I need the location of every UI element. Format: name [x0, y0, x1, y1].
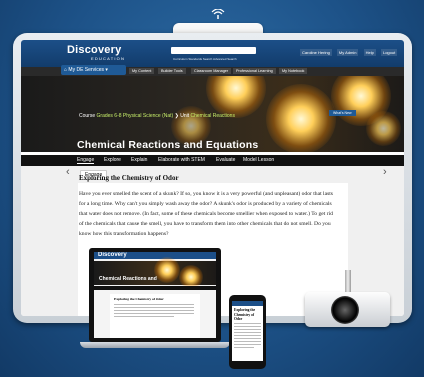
laptop-article-title: Exploring the Chemistry of Odor: [114, 297, 164, 301]
projector-lens: [331, 296, 359, 324]
wifi-signal-icon: [211, 9, 225, 19]
menu-builder-tools[interactable]: Builder Tools: [158, 68, 186, 74]
menu-classroom-manager[interactable]: Classroom Manager: [191, 68, 232, 74]
search-links[interactable]: Curriculum Standards Search Advanced Sea…: [173, 57, 237, 61]
article-title: Exploring the Chemistry of Odor: [79, 174, 179, 182]
sparkler-graphic: [206, 76, 266, 118]
my-services-button[interactable]: ⌂ My DE Services ▾: [61, 65, 126, 75]
nav-my-admin[interactable]: My Admin: [336, 49, 359, 56]
site-header: Discovery EDUCATION Curriculum Standards…: [21, 40, 404, 67]
search-input[interactable]: [171, 47, 256, 54]
laptop-base: [80, 342, 230, 348]
sparkler-graphic: [366, 111, 401, 146]
nav-logout[interactable]: Logout: [380, 49, 398, 56]
nav-user-name[interactable]: Caroline Hering: [300, 49, 332, 56]
logo-subtitle: EDUCATION: [91, 56, 126, 61]
laptop-device: Discovery Chemical Reactions and Explori…: [80, 248, 230, 348]
breadcrumb: Course Grades 6-8 Physical Science (Nat)…: [79, 113, 235, 119]
sparkler-graphic: [266, 84, 336, 152]
user-nav: Caroline Hering My Admin Help Logout: [296, 49, 398, 56]
tab-engage[interactable]: Engage: [77, 157, 95, 164]
phone-article-title: Exploring the Chemistry of Odor: [234, 308, 256, 321]
laptop-viewport: Discovery Chemical Reactions and Explori…: [94, 252, 216, 338]
tab-explain[interactable]: Explain: [131, 157, 147, 163]
menu-my-content[interactable]: My Content: [129, 68, 155, 74]
tab-explore[interactable]: Explore: [104, 157, 121, 163]
breadcrumb-course[interactable]: Grades 6-8 Physical Science (Nat): [97, 113, 174, 119]
chevron-left-icon[interactable]: ‹: [66, 166, 70, 178]
whats-new-button[interactable]: What's New: [329, 110, 356, 116]
phone-device: Exploring the Chemistry of Odor: [229, 295, 266, 369]
article-body: Have you ever smelled the scent of a sku…: [79, 191, 333, 237]
menu-my-notebook[interactable]: My Notebook: [279, 68, 308, 74]
tab-elaborate-stem[interactable]: Elaborate with STEM: [158, 157, 205, 163]
laptop-logo: Discovery: [98, 252, 127, 258]
projector-device: [301, 270, 393, 328]
menu-professional-learning[interactable]: Professional Learning: [233, 68, 276, 74]
tab-model-lesson[interactable]: Model Lesson: [243, 157, 274, 163]
main-menu: ⌂ My DE Services ▾ My Content Builder To…: [21, 65, 404, 76]
projector-mount: [345, 270, 351, 294]
page-title: Chemical Reactions and Equations: [77, 139, 259, 151]
nav-help[interactable]: Help: [363, 49, 376, 56]
tab-evaluate[interactable]: Evaluate: [216, 157, 235, 163]
breadcrumb-unit[interactable]: Chemical Reactions: [191, 113, 235, 119]
phone-viewport: Exploring the Chemistry of Odor: [232, 301, 263, 361]
lesson-tabs: Engage Explore Explain Elaborate with ST…: [21, 155, 404, 166]
laptop-screen: Discovery Chemical Reactions and Explori…: [89, 248, 221, 342]
laptop-page-title: Chemical Reactions and: [99, 276, 157, 282]
chevron-right-icon[interactable]: ›: [383, 166, 387, 178]
chevron-down-icon: ▾: [103, 67, 108, 73]
discovery-logo[interactable]: Discovery: [67, 44, 121, 56]
